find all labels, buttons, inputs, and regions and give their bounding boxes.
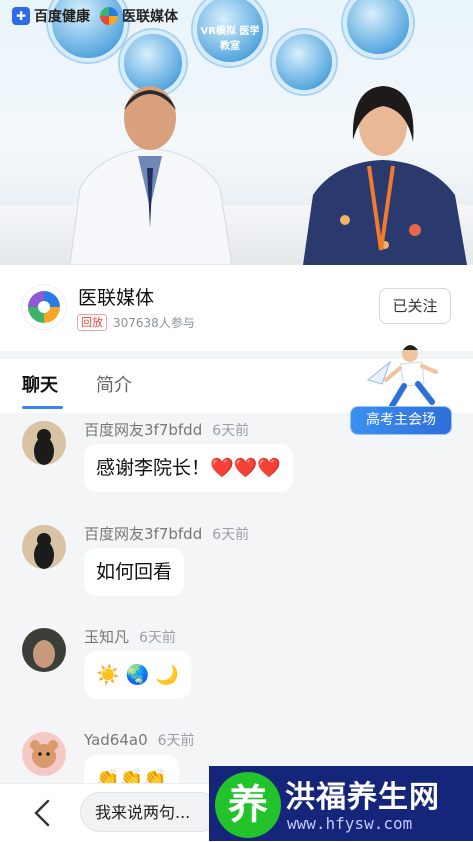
chat-message: 玉知凡 6天前 ☀️ 🌏 🌙 xyxy=(0,626,473,716)
poster-label: VR模拟 医学教室 xyxy=(200,26,260,53)
message-author: 玉知凡 6天前 xyxy=(84,628,176,646)
plus-icon: ✚ xyxy=(12,7,30,25)
user-avatar[interactable] xyxy=(22,421,66,465)
channel-meta: 回放 307638人参与 xyxy=(77,314,195,331)
watermark-url: www.hfysw.com xyxy=(287,814,413,833)
channel-name[interactable]: 医联媒体 xyxy=(78,283,154,310)
wall-poster xyxy=(343,0,413,58)
message-author: 百度网友3f7bfdd 6天前 xyxy=(84,525,250,543)
running-student-icon xyxy=(366,345,438,409)
user-avatar[interactable] xyxy=(22,732,66,776)
message-bubble[interactable]: 感谢李院长！❤️❤️❤️ xyxy=(84,444,293,492)
back-arrow-icon[interactable] xyxy=(30,798,56,828)
message-time: 6天前 xyxy=(212,423,250,439)
host-woman xyxy=(303,86,467,265)
yilian-logo-icon xyxy=(100,7,118,25)
message-author: 百度网友3f7bfdd 6天前 xyxy=(84,421,250,439)
message-bubble[interactable]: ☀️ 🌏 🌙 xyxy=(84,651,192,699)
tab-chat[interactable]: 聊天 xyxy=(22,371,58,397)
message-time: 6天前 xyxy=(139,630,176,646)
tab-intro[interactable]: 简介 xyxy=(96,371,132,397)
replay-badge: 回放 xyxy=(77,314,107,331)
message-time: 6天前 xyxy=(212,527,250,543)
user-avatar[interactable] xyxy=(22,525,66,569)
promo-label: 高考主会场 xyxy=(350,406,452,435)
user-avatar[interactable] xyxy=(22,628,66,672)
watermark-title: 洪福养生网 xyxy=(285,780,440,815)
channel-avatar[interactable] xyxy=(22,285,66,329)
live-video[interactable]: VR模拟 医学教室 ✚ 百度健康 医联媒体 xyxy=(0,0,473,265)
message-bubble[interactable]: 如何回看 xyxy=(84,548,185,596)
follow-button[interactable]: 已关注 xyxy=(379,288,451,324)
watermark-logo: 养 xyxy=(215,772,281,838)
comment-input[interactable]: 我来说两句... xyxy=(80,792,220,832)
host-man xyxy=(69,86,233,265)
gaokao-promo[interactable]: 高考主会场 xyxy=(350,340,452,435)
chat-message: 百度网友3f7bfdd 6天前 如何回看 xyxy=(0,523,473,613)
chat-list[interactable]: 百度网友3f7bfdd 6天前 感谢李院长！❤️❤️❤️ 百度网友3f7bfdd 6… xyxy=(0,413,473,783)
message-time: 6天前 xyxy=(157,733,195,749)
wall-poster: VR模拟 医学教室 xyxy=(193,0,267,66)
active-tab-indicator xyxy=(22,406,63,409)
channel-header: 医联媒体 回放 307638人参与 已关注 xyxy=(0,265,473,351)
baidu-health-logo: ✚ 百度健康 xyxy=(12,6,90,26)
site-watermark: 养 洪福养生网 www.hfysw.com xyxy=(209,766,473,841)
message-author: Yad64a0 6天前 xyxy=(84,731,195,749)
yilian-media-logo: 医联媒体 xyxy=(100,6,178,26)
message-bubble[interactable]: 👏👏👏 xyxy=(84,755,179,783)
participant-count: 307638人参与 xyxy=(113,316,195,330)
video-brand-bar: ✚ 百度健康 医联媒体 xyxy=(12,6,178,26)
